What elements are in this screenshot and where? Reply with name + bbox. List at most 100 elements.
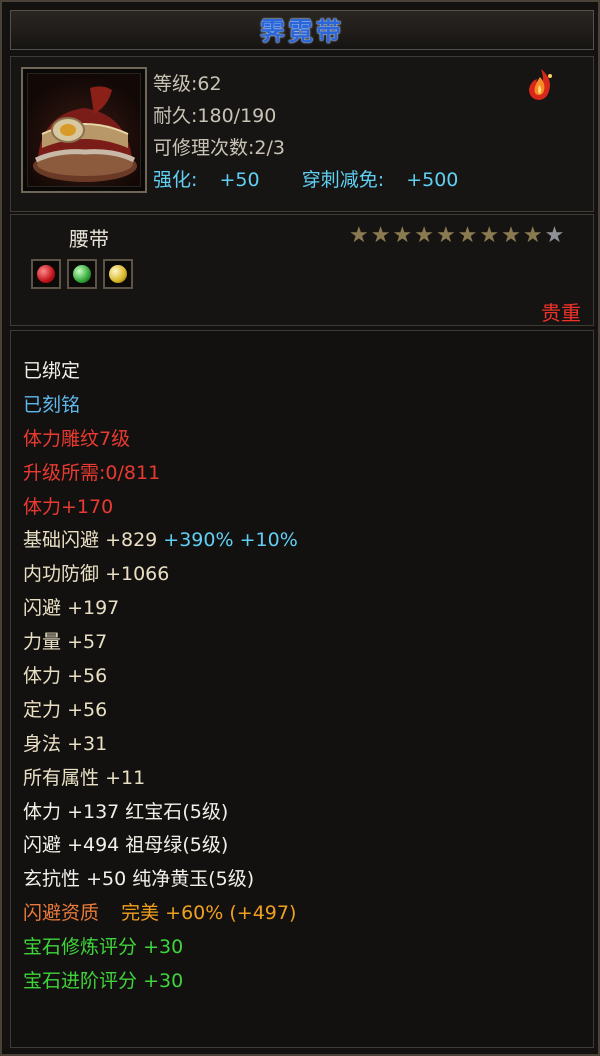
quality-bonus: (+497): [229, 902, 297, 925]
topaz-icon: [109, 265, 127, 283]
repair-value: :2/3: [248, 137, 285, 159]
stamina-value: +56: [67, 665, 108, 688]
enhance-value: +50: [219, 169, 260, 191]
gem3-line: 玄抗性 +50 纯净黄玉(5级): [23, 863, 298, 897]
upgrade-requirement: 升级所需:0/811: [23, 461, 161, 484]
ruby-icon: [37, 265, 55, 283]
focus-label: 定力: [23, 698, 62, 721]
attributes-panel: 已绑定 已刻铭 体力雕纹7级 升级所需:0/811 体力+170 基础闪避 +8…: [10, 330, 594, 1048]
star-icon: ★: [501, 223, 521, 248]
agility-value: +31: [67, 732, 108, 755]
base-dodge-pct2: +10%: [239, 529, 298, 552]
star-icon: ★: [392, 223, 413, 248]
durability-value: :180/190: [191, 105, 277, 127]
emerald-icon: [73, 265, 91, 283]
gem3-name: 纯净黄玉: [132, 868, 209, 891]
gem3-level: (5级): [208, 868, 255, 891]
gem-advance-line: 宝石进阶评分 +30: [23, 965, 298, 999]
all-attributes-line: 所有属性 +11: [23, 762, 298, 796]
strength-line: 力量 +57: [23, 626, 298, 660]
base-dodge-pct1: +390%: [163, 529, 234, 552]
gem-advance-label: 宝石进阶评分: [23, 970, 138, 993]
inner-defense-value: +1066: [105, 563, 170, 586]
gem-advance-value: +30: [143, 970, 184, 993]
attribute-list: 已绑定 已刻铭 体力雕纹7级 升级所需:0/811 体力+170 基础闪避 +8…: [23, 355, 298, 999]
base-dodge-label: 基础闪避: [23, 529, 100, 552]
all-attributes-value: +11: [105, 766, 146, 789]
dodge-value: +197: [67, 597, 120, 620]
base-dodge-line: 基础闪避 +829 +390% +10%: [23, 524, 298, 558]
stamina-label: 体力: [23, 665, 62, 688]
gem3-stat: 玄抗性: [23, 868, 81, 891]
gem2-level: (5级): [182, 834, 229, 857]
enhance-label: 强化:: [153, 169, 198, 191]
agility-line: 身法 +31: [23, 728, 298, 762]
gem-refine-line: 宝石修炼评分 +30: [23, 931, 298, 965]
gem1-name: 红宝石: [125, 800, 183, 823]
belt-icon: [27, 73, 141, 187]
gem1-line: 体力 +137 红宝石(5级): [23, 796, 298, 830]
gem2-line: 闪避 +494 祖母绿(5级): [23, 829, 298, 863]
gem2-stat: 闪避: [23, 834, 62, 857]
gem-slot-1[interactable]: [31, 259, 61, 289]
bound-status: 已绑定: [23, 360, 81, 382]
inner-defense-line: 内功防御 +1066: [23, 558, 298, 592]
quality-grade: 完美: [121, 902, 160, 925]
item-type: 腰带: [69, 227, 109, 251]
quality-pct: +60%: [165, 902, 224, 925]
agility-label: 身法: [23, 732, 62, 755]
item-info-panel: 腰带 ★ ★ ★ ★ ★ ★ ★ ★ ★ ★ 贵重: [10, 214, 594, 326]
item-name: 霁霓带: [259, 17, 344, 46]
gem-slots: [31, 259, 133, 289]
item-header-panel: 等级:62 耐久:180/190 可修理次数:2/3 强化: +50 穿刺减免:…: [10, 56, 594, 212]
level-line: 等级:62: [153, 69, 222, 96]
gem-slot-2[interactable]: [67, 259, 97, 289]
flame-icon: [529, 69, 552, 100]
repair-label: 可修理次数: [153, 137, 249, 159]
all-attributes-label: 所有属性: [23, 766, 100, 789]
star-icon: ★: [414, 223, 434, 248]
gem3-value: +50: [86, 868, 127, 891]
focus-value: +56: [67, 698, 108, 721]
durability-label: 耐久: [153, 105, 192, 127]
gem-slot-3[interactable]: [103, 259, 133, 289]
level-label: 等级: [153, 73, 192, 95]
star-icon: ★: [349, 223, 369, 248]
engraved-status: 已刻铭: [23, 393, 81, 416]
pierce-value: +500: [406, 169, 459, 191]
title-bar: 霁霓带: [10, 10, 594, 50]
quality-label: 闪避资质: [23, 902, 100, 925]
pierce-label: 穿刺减免:: [301, 169, 385, 191]
dodge-label: 闪避: [23, 597, 62, 620]
star-icon: ★: [370, 223, 391, 248]
star-icon: ★: [479, 223, 500, 248]
gem1-value: +137: [67, 800, 120, 823]
gem-refine-value: +30: [143, 936, 184, 959]
pattern-level: 体力雕纹7级: [23, 427, 131, 450]
item-icon-frame[interactable]: [21, 67, 147, 193]
focus-line: 定力 +56: [23, 694, 298, 728]
rarity-label: 贵重: [541, 301, 581, 325]
star-rating: ★ ★ ★ ★ ★ ★ ★ ★ ★ ★: [349, 225, 564, 247]
enhance-line: 强化: +50 穿刺减免: +500: [153, 165, 458, 192]
strength-value: +57: [67, 631, 108, 654]
stamina-line: 体力 +56: [23, 660, 298, 694]
quality-line: 闪避资质 完美 +60% (+497): [23, 897, 298, 931]
gem2-name: 祖母绿: [125, 834, 183, 857]
star-empty-icon: ★: [544, 223, 565, 248]
repair-line: 可修理次数:2/3: [153, 133, 285, 160]
dodge-line: 闪避 +197: [23, 592, 298, 626]
inner-defense-label: 内功防御: [23, 563, 100, 586]
gem1-stat: 体力: [23, 800, 62, 823]
gem-refine-label: 宝石修炼评分: [23, 936, 138, 959]
base-dodge-value: +829: [105, 529, 158, 552]
stamina-bonus: 体力+170: [23, 495, 114, 518]
strength-label: 力量: [23, 631, 62, 654]
gem2-value: +494: [67, 834, 120, 857]
item-tooltip: 霁霓带 等级:62 耐久:180/190 可修理次数:2/3 强化: +50 穿…: [0, 0, 600, 1056]
star-icon: ★: [457, 223, 478, 248]
star-icon: ★: [522, 223, 543, 248]
star-icon: ★: [435, 223, 456, 248]
level-value: :62: [191, 73, 222, 95]
gem1-level: (5级): [182, 800, 229, 823]
